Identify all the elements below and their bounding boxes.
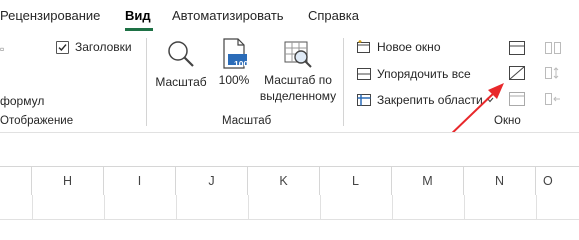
grid-column: [104, 195, 177, 220]
zoom-label: Масштаб: [155, 75, 207, 89]
view-side-by-side-button[interactable]: [544, 40, 562, 61]
zoom-selection-label-line2: выделенному: [259, 89, 337, 103]
grid-column: [176, 195, 249, 220]
formula-bar-label: формул: [0, 94, 45, 108]
ribbon-tab-bar: Рецензирование Вид Автоматизировать Спра…: [0, 0, 579, 32]
grid-column: [248, 195, 321, 220]
magnifier-icon: [168, 41, 194, 67]
freeze-panes-button[interactable]: Закрепить области: [356, 93, 494, 107]
column-header[interactable]: L: [320, 167, 392, 195]
zoom-100-icon-text: 100: [234, 59, 249, 69]
formula-area: [0, 132, 579, 167]
grid-column: [0, 195, 33, 220]
synchronous-scrolling-button[interactable]: [544, 65, 562, 86]
group-separator: [146, 38, 147, 126]
zoom-to-selection-button[interactable]: Масштаб по выделенному: [258, 36, 338, 104]
zoom-100-label: 100%: [218, 73, 250, 87]
side-by-side-icon: [545, 42, 561, 54]
grid-row-line: [0, 219, 579, 220]
zoom-group-label: Масштаб: [222, 115, 272, 127]
freeze-panes-label: Закрепить области: [377, 93, 483, 107]
tab-review[interactable]: Рецензирование: [0, 8, 100, 23]
unhide-window-button[interactable]: [508, 91, 526, 112]
checkbox-checked-icon: [56, 40, 69, 54]
reset-window-position-button[interactable]: [544, 91, 562, 112]
new-window-label: Новое окно: [377, 40, 441, 54]
grid-column: [392, 195, 465, 220]
new-window-icon: [357, 40, 370, 53]
headings-checkbox[interactable]: Заголовки: [56, 40, 132, 54]
gridlines-row-partial: ▫: [0, 42, 4, 56]
split-icon: [509, 41, 525, 55]
formula-bar-option[interactable]: формул: [0, 94, 44, 108]
reset-position-icon: [545, 93, 560, 105]
column-header[interactable]: N: [464, 167, 536, 195]
new-window-button[interactable]: Новое окно: [356, 40, 441, 54]
zoom-selection-label-line1: Масштаб по: [264, 73, 332, 87]
tab-help[interactable]: Справка: [308, 8, 359, 23]
tab-automate[interactable]: Автоматизировать: [172, 8, 284, 23]
hide-window-button[interactable]: [508, 65, 526, 86]
chevron-down-icon: [486, 97, 494, 103]
unhide-window-icon: [509, 92, 525, 106]
partial-dot: ▫: [0, 42, 5, 56]
column-headers: H I J K L M N O: [0, 166, 579, 196]
column-header[interactable]: H: [32, 167, 104, 195]
zoom-selection-icon: [284, 41, 312, 68]
window-group-label: Окно: [494, 115, 521, 127]
freeze-panes-icon: [357, 94, 371, 106]
grid-column: [32, 195, 105, 220]
column-header[interactable]: M: [392, 167, 464, 195]
zoom-button[interactable]: Масштаб: [152, 36, 210, 90]
active-tab-indicator: [125, 28, 153, 31]
grid-column: [320, 195, 393, 220]
column-header[interactable]: I: [104, 167, 176, 195]
zoom-100-button[interactable]: 100 100%: [214, 36, 254, 88]
column-header-partial: [0, 167, 32, 195]
tab-view[interactable]: Вид: [125, 8, 151, 23]
grid-column: [464, 195, 537, 220]
arrange-all-icon: [357, 68, 371, 80]
headings-label: Заголовки: [75, 40, 132, 54]
group-separator: [343, 38, 344, 126]
hide-window-icon: [509, 66, 525, 80]
column-header[interactable]: J: [176, 167, 248, 195]
ribbon: ▫ Заголовки формул Отображение Масштаб 1…: [0, 32, 579, 132]
column-header[interactable]: O: [536, 167, 579, 195]
show-group-label: Отображение: [0, 115, 74, 127]
split-button[interactable]: [508, 40, 526, 61]
arrange-all-button[interactable]: Упорядочить все: [356, 67, 471, 81]
sync-scroll-icon: [545, 67, 559, 79]
column-header[interactable]: K: [248, 167, 320, 195]
arrange-all-label: Упорядочить все: [377, 67, 471, 81]
cell-grid[interactable]: [0, 195, 579, 220]
